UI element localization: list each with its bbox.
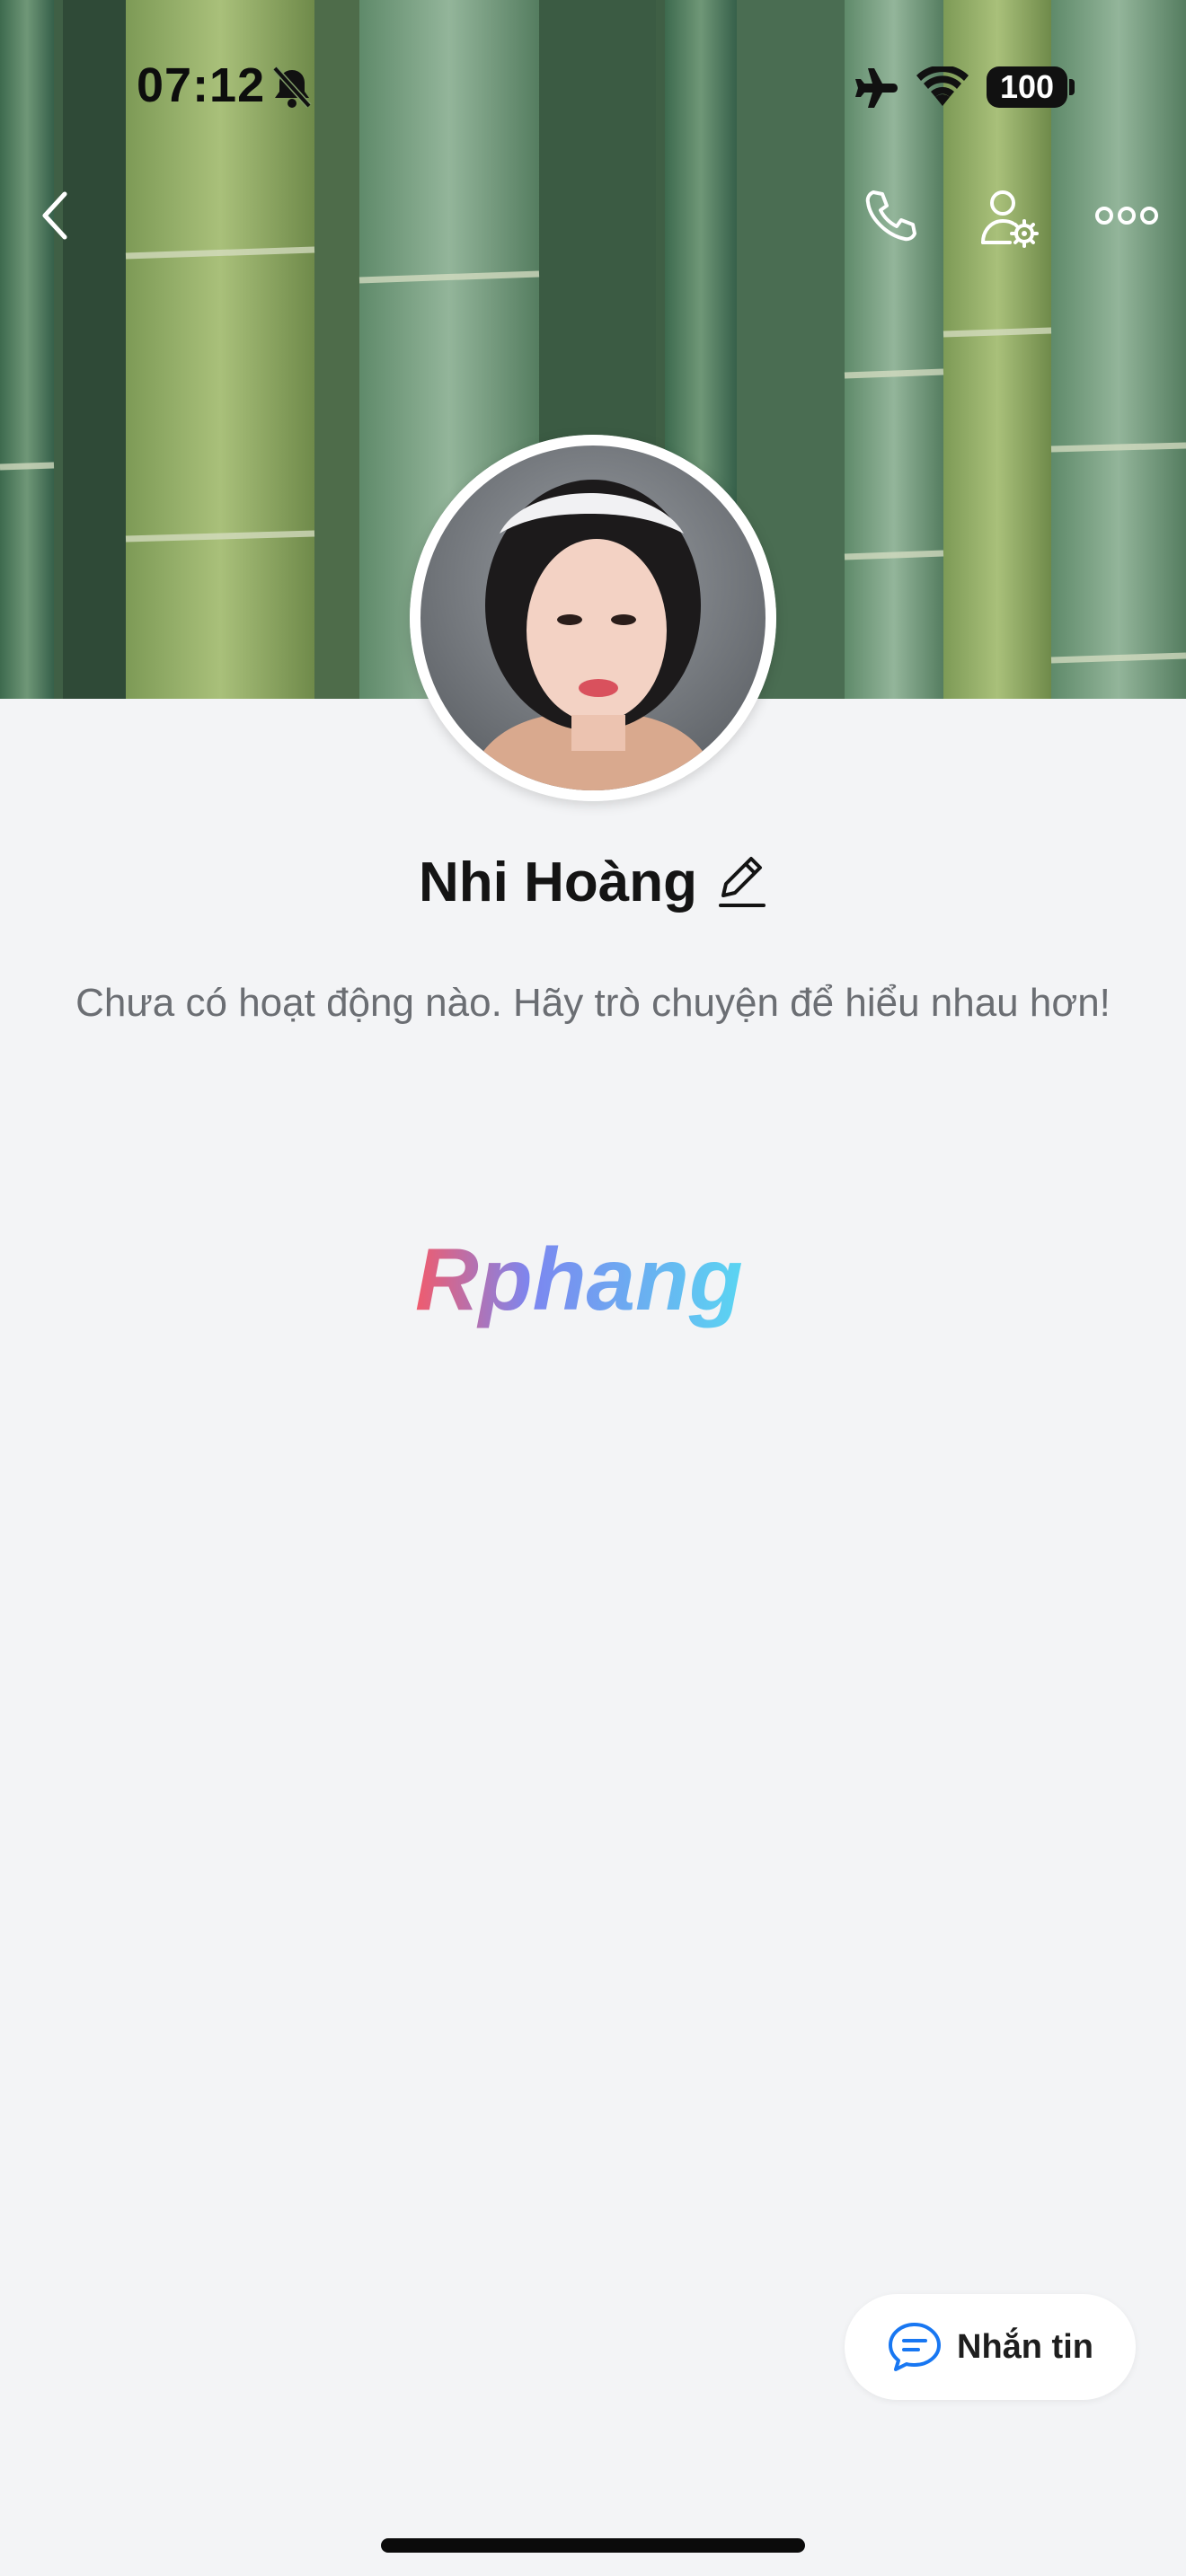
profile-screen: 07:12 100 Nhi Hoàng Chưa có hoạt động nà… <box>0 0 1186 2576</box>
profile-name: Nhi Hoàng <box>419 851 697 913</box>
svg-text:Rphang: Rphang <box>415 1230 743 1328</box>
more-dots-icon <box>1095 207 1158 225</box>
message-button-label: Nhắn tin <box>957 2327 1093 2366</box>
airplane-icon <box>848 66 898 114</box>
call-button[interactable] <box>854 180 925 251</box>
phone-icon <box>865 190 916 242</box>
profile-name-row: Nhi Hoàng <box>0 846 1186 918</box>
avatar[interactable] <box>410 435 776 801</box>
wifi-icon <box>915 65 970 112</box>
back-chevron-icon <box>42 191 67 240</box>
pencil-icon <box>718 857 766 907</box>
user-settings-button[interactable] <box>970 180 1048 257</box>
message-button[interactable]: Nhắn tin <box>845 2294 1136 2400</box>
user-settings-icon <box>981 190 1039 248</box>
chat-bubble-icon <box>889 2323 941 2371</box>
battery-tip <box>1069 79 1075 95</box>
status-time: 07:12 <box>137 58 266 112</box>
home-indicator[interactable] <box>381 2538 805 2553</box>
more-options-button[interactable] <box>1089 189 1164 243</box>
watermark-logo: Rphang <box>412 1229 776 1337</box>
edit-name-button[interactable] <box>717 853 767 911</box>
back-button[interactable] <box>27 180 84 251</box>
bell-slash-icon <box>270 65 314 116</box>
avatar-photo <box>410 435 776 801</box>
activity-empty-text: Chưa có hoạt động nào. Hãy trò chuyện để… <box>75 981 1111 1025</box>
battery-icon: 100 <box>987 66 1067 108</box>
